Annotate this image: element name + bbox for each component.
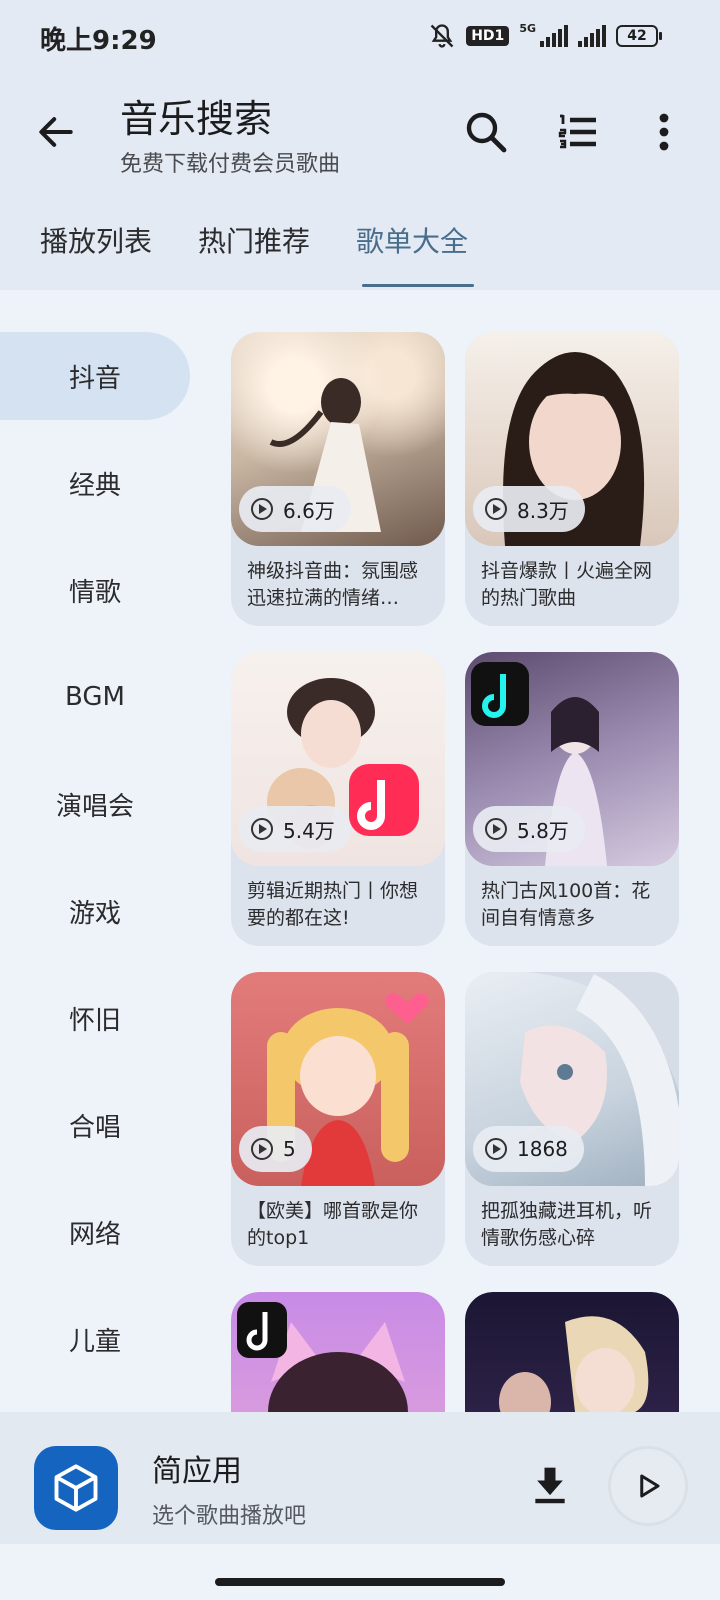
tab-playlist-collection[interactable]: 歌单大全 xyxy=(356,220,468,260)
play-circle-icon xyxy=(251,1138,273,1160)
player-hint: 选个歌曲播放吧 xyxy=(152,1504,307,1529)
play-count: 5.8万 xyxy=(517,818,569,843)
app-icon xyxy=(34,1446,118,1530)
play-count-badge: 8.3万 xyxy=(473,486,585,532)
play-count-badge: 5.4万 xyxy=(239,806,351,852)
playlist-cover xyxy=(231,1292,445,1414)
category-nostalgia[interactable]: 怀旧 xyxy=(0,974,190,1062)
battery-icon: 42 xyxy=(616,25,662,47)
playlist-card[interactable]: 8.3万 抖音爆款丨火遍全网的热门歌曲 xyxy=(465,332,679,626)
playlist-name: 神级抖音曲：氛围感迅速拉满的情绪… xyxy=(247,560,419,609)
signal-icon xyxy=(540,25,568,47)
category-internet[interactable]: 网络 xyxy=(0,1188,190,1276)
play-circle-icon xyxy=(485,498,507,520)
category-bgm[interactable]: BGM xyxy=(0,653,190,741)
category-love-songs[interactable]: 情歌 xyxy=(0,546,190,634)
play-circle-icon xyxy=(251,818,273,840)
numbered-list-icon[interactable] xyxy=(554,108,602,156)
playlist-cover xyxy=(465,1292,679,1414)
play-button[interactable] xyxy=(608,1446,688,1526)
playlist-card[interactable] xyxy=(465,1292,679,1414)
playlist-card[interactable]: 5.8万 热门古风100首：花间自有情意多 xyxy=(465,652,679,946)
more-vert-icon[interactable] xyxy=(640,108,688,156)
category-game[interactable]: 游戏 xyxy=(0,867,190,955)
page-subtitle: 免费下载付费会员歌曲 xyxy=(120,152,341,177)
play-count-badge: 6.6万 xyxy=(239,486,351,532)
tab-hot-recommend[interactable]: 热门推荐 xyxy=(198,220,310,260)
category-children[interactable]: 儿童 xyxy=(0,1295,190,1383)
signal-icon-2 xyxy=(578,25,606,47)
network-type: 5G xyxy=(519,21,536,35)
download-icon[interactable] xyxy=(528,1464,572,1508)
play-circle-icon xyxy=(485,818,507,840)
playlist-name: 热门古风100首：花间自有情意多 xyxy=(481,880,651,929)
playlist-card[interactable]: 1868 把孤独藏进耳机，听情歌伤感心碎 xyxy=(465,972,679,1266)
play-count: 6.6万 xyxy=(283,498,335,523)
battery-level: 42 xyxy=(616,25,658,47)
play-count-badge: 1868 xyxy=(473,1126,584,1172)
category-sidebar: 抖音 经典 情歌 BGM 演唱会 游戏 怀旧 合唱 网络 儿童 xyxy=(0,290,200,1410)
play-icon xyxy=(640,1474,660,1498)
playlist-card[interactable]: 5.4万 剪辑近期热门丨你想要的都在这! xyxy=(231,652,445,946)
category-douyin[interactable]: 抖音 xyxy=(0,332,190,420)
play-circle-icon xyxy=(485,1138,507,1160)
play-count-badge: 5 xyxy=(239,1126,312,1172)
active-tab-indicator xyxy=(362,284,474,287)
play-count: 8.3万 xyxy=(517,498,569,523)
category-concert[interactable]: 演唱会 xyxy=(0,760,190,848)
playlist-name: 【欧美】哪首歌是你的top1 xyxy=(247,1200,419,1249)
category-classic[interactable]: 经典 xyxy=(0,439,190,527)
playlist-name: 把孤独藏进耳机，听情歌伤感心碎 xyxy=(481,1200,653,1249)
play-count-badge: 5.8万 xyxy=(473,806,585,852)
playlist-card[interactable] xyxy=(231,1292,445,1414)
status-bar: 晚上9:29 HD1 5G 42 xyxy=(0,0,720,78)
page-title: 音乐搜索 xyxy=(120,97,273,141)
play-count: 5.4万 xyxy=(283,818,335,843)
playlist-name: 剪辑近期热门丨你想要的都在这! xyxy=(247,880,419,929)
play-circle-icon xyxy=(251,498,273,520)
app-header: 音乐搜索 免费下载付费会员歌曲 播放列表 热门推荐 歌单大全 xyxy=(0,78,720,290)
playlist-card[interactable]: 6.6万 神级抖音曲：氛围感迅速拉满的情绪… xyxy=(231,332,445,626)
playlist-name: 抖音爆款丨火遍全网的热门歌曲 xyxy=(481,560,653,609)
back-arrow-icon[interactable] xyxy=(34,110,78,154)
status-time: 晚上9:29 xyxy=(40,26,157,56)
tab-playlist[interactable]: 播放列表 xyxy=(40,220,152,260)
tab-bar: 播放列表 热门推荐 歌单大全 xyxy=(0,206,720,290)
category-chorus[interactable]: 合唱 xyxy=(0,1081,190,1169)
search-icon[interactable] xyxy=(462,108,510,156)
bell-muted-icon xyxy=(430,24,454,48)
playlist-card[interactable]: 5 【欧美】哪首歌是你的top1 xyxy=(231,972,445,1266)
play-count: 1868 xyxy=(517,1137,568,1161)
gesture-navbar xyxy=(0,1544,720,1600)
cube-icon xyxy=(54,1464,98,1512)
status-icons: HD1 5G 42 xyxy=(428,22,662,50)
player-title: 简应用 xyxy=(152,1454,242,1489)
home-indicator[interactable] xyxy=(215,1578,505,1586)
mini-player: 简应用 选个歌曲播放吧 xyxy=(0,1412,720,1544)
play-count: 5 xyxy=(283,1137,296,1161)
hd-badge: HD1 xyxy=(466,26,510,46)
